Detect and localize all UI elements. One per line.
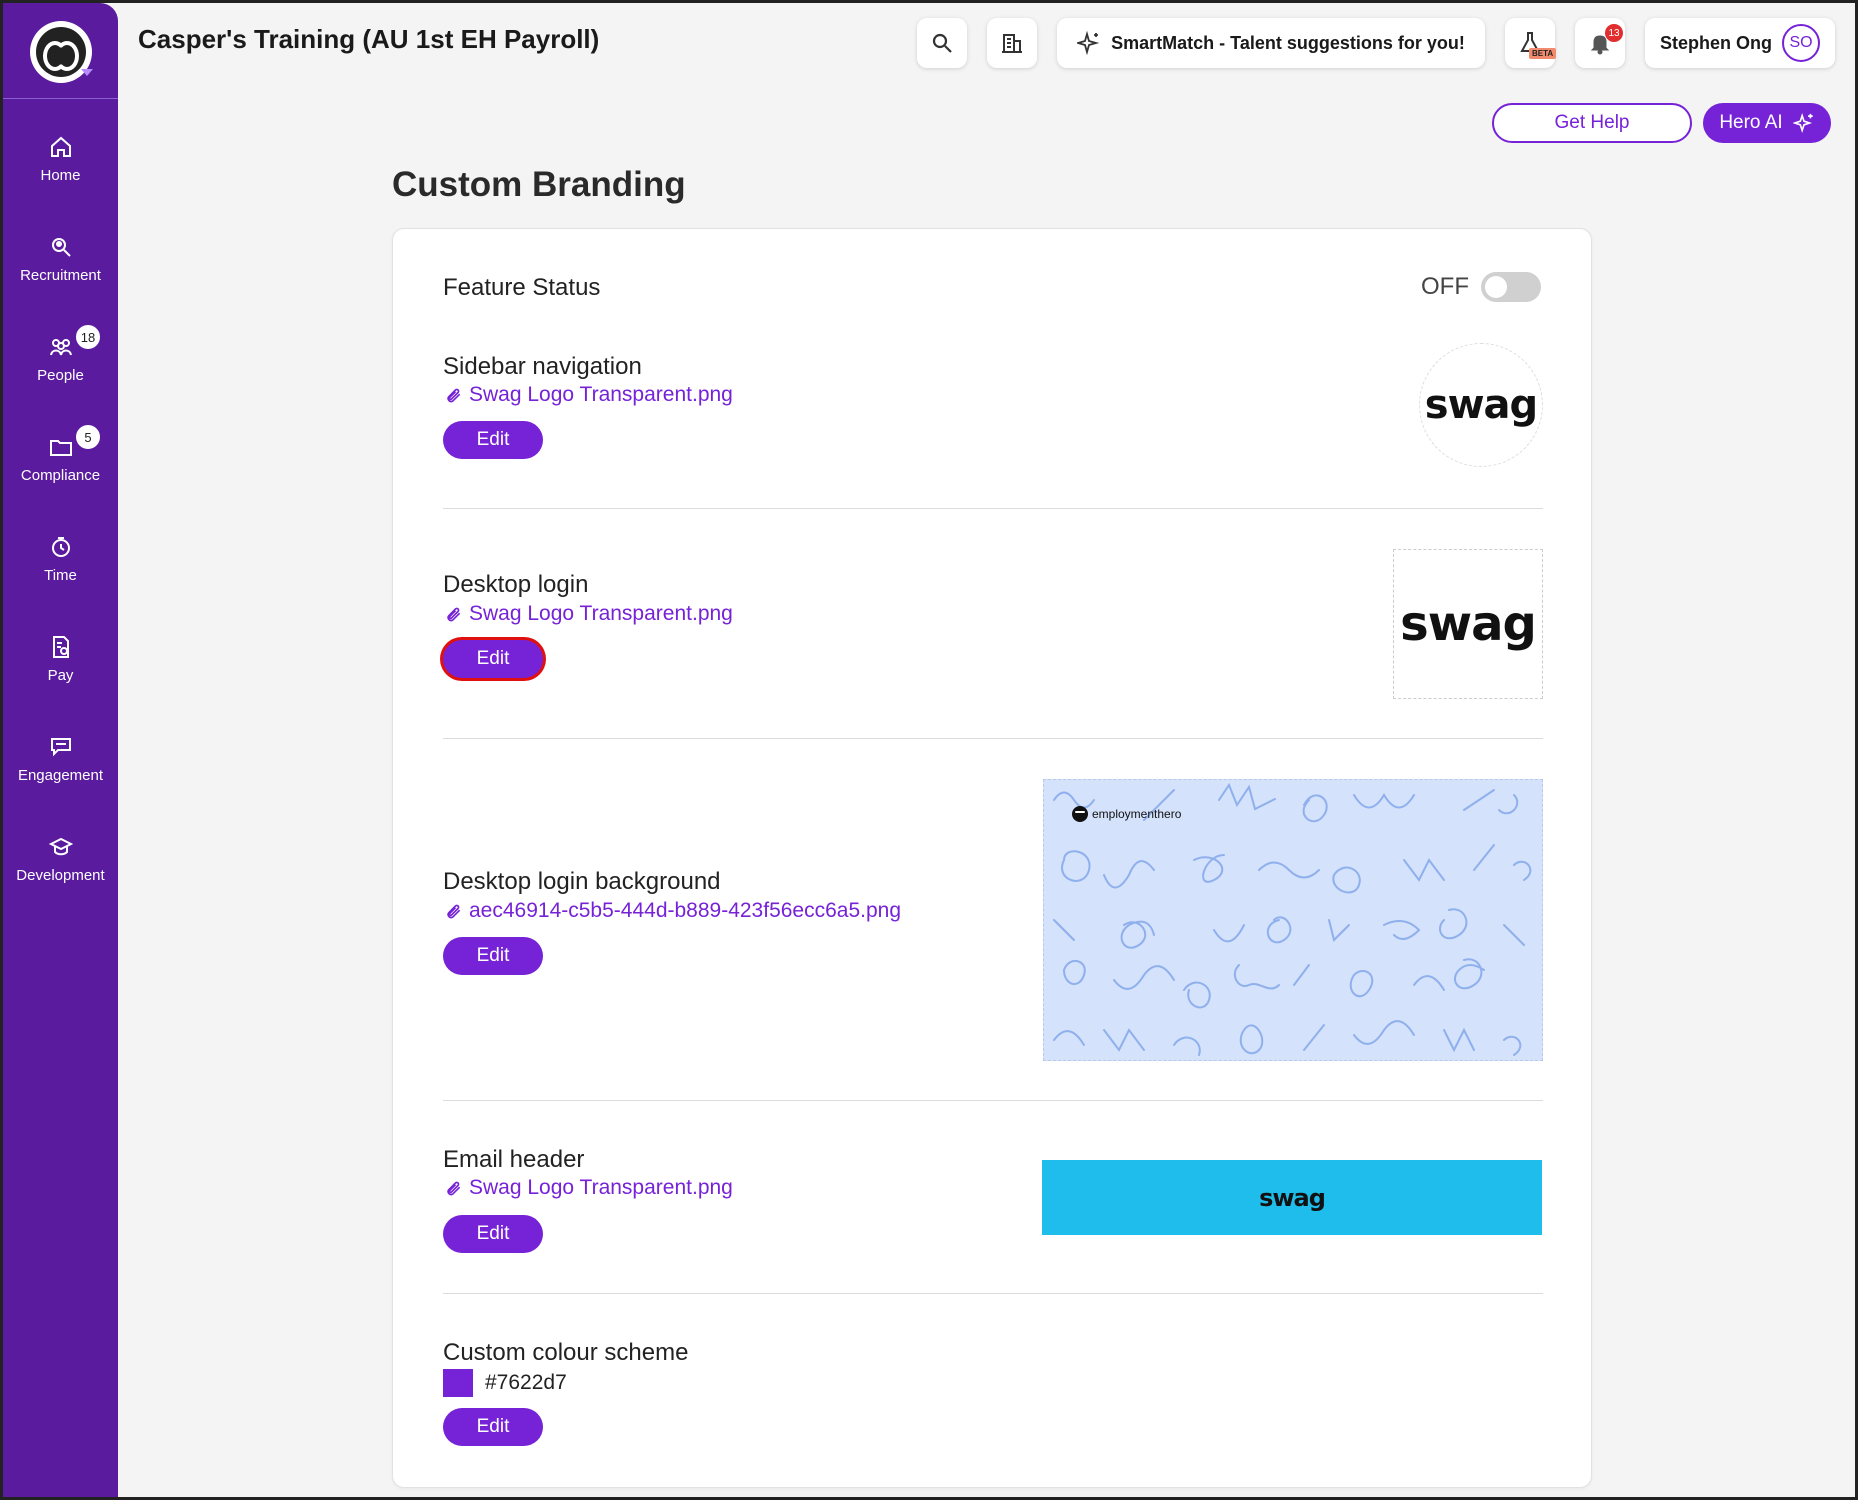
sidebar-item-recruitment[interactable]: Recruitment bbox=[3, 235, 118, 315]
desktop-login-edit-button[interactable]: Edit bbox=[443, 640, 543, 678]
sidebar-item-label: Compliance bbox=[20, 467, 101, 484]
sidebar-item-development[interactable]: Development bbox=[3, 835, 118, 915]
paperclip-icon bbox=[447, 607, 461, 622]
branding-card: Feature Status OFF Sidebar navigation Sw… bbox=[392, 228, 1592, 1488]
swag-logo-text: swag bbox=[1424, 382, 1538, 428]
sidebar-item-label: Development bbox=[16, 867, 105, 884]
app-title: Casper's Training (AU 1st EH Payroll) bbox=[138, 24, 600, 54]
smartmatch-button[interactable]: SmartMatch - Talent suggestions for you! bbox=[1057, 18, 1485, 68]
desktop-login-background-file-link[interactable]: aec46914-c5b5-444d-b889-423f56ecc6a5.png bbox=[443, 899, 901, 923]
avatar: SO bbox=[1782, 24, 1820, 62]
employmenthero-brand: employmenthero bbox=[1072, 806, 1181, 822]
development-icon bbox=[48, 837, 73, 856]
folder-icon bbox=[49, 440, 72, 456]
paperclip-icon bbox=[447, 1181, 461, 1196]
sidebar-item-label: Recruitment bbox=[20, 267, 101, 284]
desktop-login-title: Desktop login bbox=[443, 571, 589, 598]
colour-scheme-value: #7622d7 bbox=[443, 1369, 567, 1397]
feature-status-control: OFF bbox=[1421, 272, 1541, 302]
smartmatch-label: SmartMatch - Talent suggestions for you! bbox=[1111, 32, 1465, 53]
desktop-login-file-link[interactable]: Swag Logo Transparent.png bbox=[443, 602, 733, 626]
sparkle-icon bbox=[1077, 31, 1100, 55]
sidebar-item-pay[interactable]: Pay bbox=[3, 635, 118, 715]
file-name: Swag Logo Transparent.png bbox=[469, 383, 733, 406]
section-divider bbox=[443, 1293, 1543, 1294]
home-icon bbox=[50, 136, 71, 157]
sidebar: Home Recruitment People 18 Compliance 5 … bbox=[3, 3, 118, 1497]
desktop-login-background-edit-button[interactable]: Edit bbox=[443, 937, 543, 975]
email-header-file-link[interactable]: Swag Logo Transparent.png bbox=[443, 1176, 733, 1200]
paperclip-icon bbox=[447, 904, 461, 919]
section-divider bbox=[443, 738, 1543, 739]
swag-logo-text: swag bbox=[1259, 1183, 1326, 1212]
custom-colour-scheme-title: Custom colour scheme bbox=[443, 1339, 689, 1366]
user-name: Stephen Ong bbox=[1660, 32, 1772, 53]
file-name: Swag Logo Transparent.png bbox=[469, 602, 733, 625]
sidebar-navigation-preview: swag bbox=[1419, 343, 1543, 467]
email-header-edit-button[interactable]: Edit bbox=[443, 1215, 543, 1253]
sidebar-item-label: Engagement bbox=[17, 767, 104, 784]
swag-logo-text: swag bbox=[1400, 596, 1537, 652]
sparkle-icon bbox=[1792, 113, 1813, 133]
compliance-count-badge: 5 bbox=[74, 423, 102, 451]
sidebar-item-label: Pay bbox=[47, 667, 74, 684]
sidebar-item-compliance[interactable]: Compliance 5 bbox=[3, 423, 118, 515]
get-help-button[interactable]: Get Help bbox=[1492, 103, 1692, 143]
search-button[interactable] bbox=[917, 18, 967, 68]
sidebar-item-time[interactable]: Time bbox=[3, 535, 118, 615]
colour-swatch bbox=[443, 1369, 473, 1397]
file-name: aec46914-c5b5-444d-b889-423f56ecc6a5.png bbox=[469, 899, 902, 922]
people-icon bbox=[49, 339, 72, 356]
pay-icon bbox=[52, 636, 69, 658]
desktop-login-background-title: Desktop login background bbox=[443, 868, 721, 895]
page-title: Custom Branding bbox=[392, 165, 686, 204]
email-header-preview: swag bbox=[1042, 1160, 1542, 1235]
sidebar-item-label: Time bbox=[44, 567, 77, 584]
feature-status-value: OFF bbox=[1421, 273, 1469, 300]
beta-badge: BETA bbox=[1529, 48, 1557, 59]
logo-caret-icon[interactable] bbox=[81, 69, 93, 76]
section-divider bbox=[443, 1100, 1543, 1101]
custom-colour-scheme-edit-button[interactable]: Edit bbox=[443, 1408, 543, 1446]
sidebar-item-label: People bbox=[37, 367, 84, 384]
sidebar-item-home[interactable]: Home bbox=[3, 135, 118, 215]
search-icon bbox=[932, 33, 952, 53]
hero-ai-button[interactable]: Hero AI bbox=[1703, 103, 1831, 143]
colour-hex-value: #7622d7 bbox=[485, 1371, 567, 1394]
sidebar-navigation-edit-button[interactable]: Edit bbox=[443, 421, 543, 459]
sidebar-navigation-file-link[interactable]: Swag Logo Transparent.png bbox=[443, 383, 733, 407]
time-icon bbox=[51, 537, 70, 557]
user-menu-button[interactable]: Stephen Ong SO bbox=[1645, 18, 1835, 68]
building-icon bbox=[1002, 34, 1022, 53]
employmenthero-logo-icon bbox=[1072, 806, 1088, 822]
paperclip-icon bbox=[447, 388, 461, 403]
people-count-badge: 18 bbox=[74, 323, 102, 351]
sidebar-item-label: Home bbox=[40, 167, 81, 184]
notifications-count-badge: 13 bbox=[1605, 24, 1623, 42]
notifications-button[interactable]: 13 bbox=[1575, 18, 1625, 68]
labs-button[interactable]: BETA bbox=[1505, 18, 1557, 68]
section-divider bbox=[443, 508, 1543, 509]
sidebar-divider bbox=[3, 98, 118, 99]
file-name: Swag Logo Transparent.png bbox=[469, 1176, 733, 1199]
engagement-icon bbox=[50, 738, 71, 757]
employmenthero-brand-text: employmenthero bbox=[1092, 807, 1182, 821]
recruitment-icon bbox=[51, 238, 71, 257]
company-button[interactable] bbox=[987, 18, 1037, 68]
feature-status-toggle[interactable] bbox=[1481, 272, 1541, 302]
hero-ai-label: Hero AI bbox=[1719, 112, 1783, 133]
feature-status-label: Feature Status bbox=[443, 274, 601, 301]
desktop-login-background-preview: employmenthero bbox=[1043, 779, 1543, 1061]
squiggle-pattern-image bbox=[1053, 782, 1532, 1056]
sidebar-item-engagement[interactable]: Engagement bbox=[3, 735, 118, 815]
logo-mark-icon bbox=[36, 27, 86, 77]
desktop-login-preview: swag bbox=[1393, 549, 1543, 699]
sidebar-item-people[interactable]: People 18 bbox=[3, 323, 118, 415]
sidebar-navigation-title: Sidebar navigation bbox=[443, 353, 642, 380]
email-header-title: Email header bbox=[443, 1146, 585, 1173]
